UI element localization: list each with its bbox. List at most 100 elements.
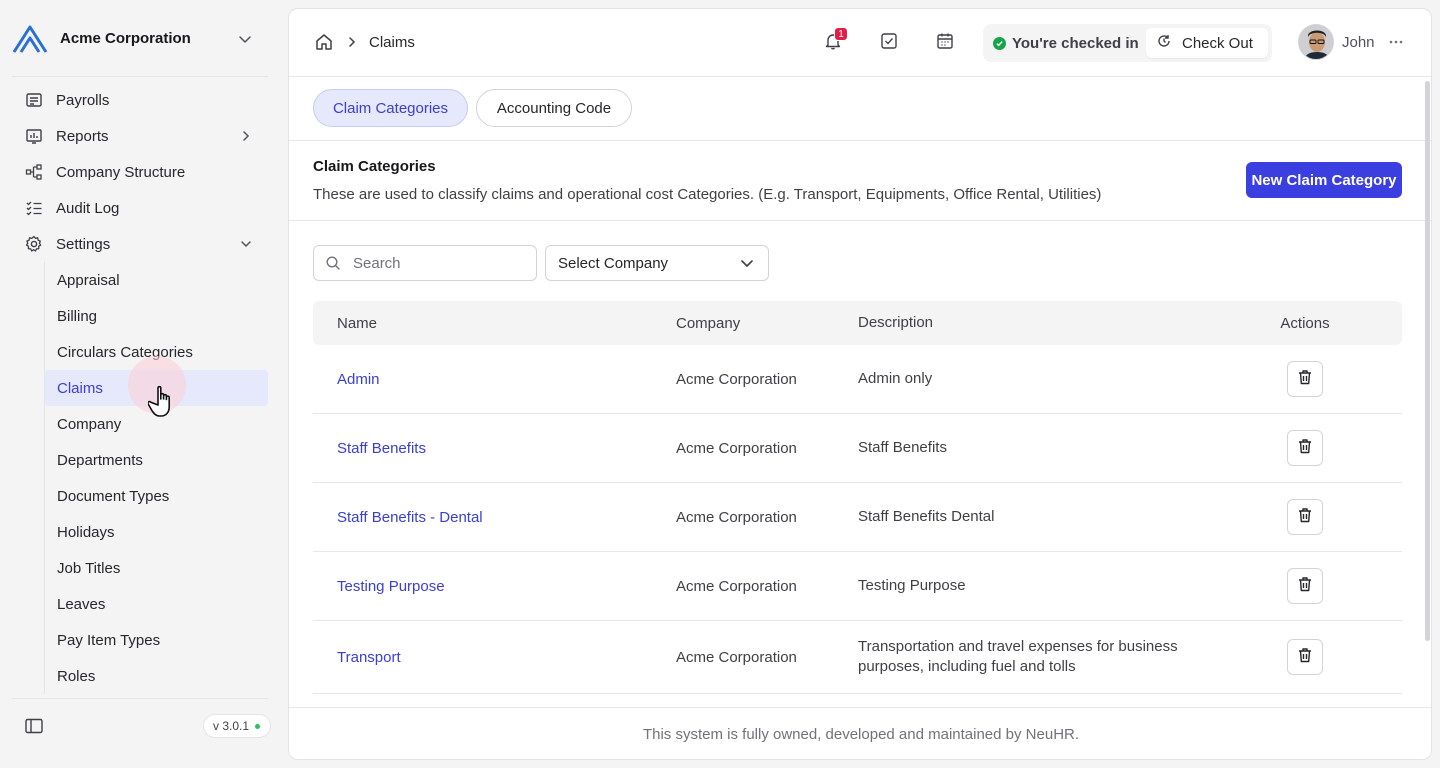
- delete-button[interactable]: [1287, 639, 1323, 675]
- reports-icon: [24, 126, 44, 146]
- sidebar-item-audit-log[interactable]: Audit Log: [12, 190, 268, 226]
- row-description: Staff Benefits: [858, 439, 947, 456]
- row-description: Admin only: [858, 370, 933, 387]
- sidebar-subitem-label: Job Titles: [57, 559, 121, 577]
- column-header-actions: Actions: [1280, 314, 1330, 332]
- hand-cursor-icon: [147, 382, 188, 422]
- sidebar-subitem-document-types[interactable]: Document Types: [45, 478, 268, 514]
- row-name-link[interactable]: Transport: [313, 649, 676, 666]
- check-out-button[interactable]: Check Out: [1146, 28, 1268, 58]
- scrollbar[interactable]: [1425, 81, 1430, 641]
- claim-categories-table: Name Company Description Actions Admin A…: [313, 301, 1402, 694]
- column-header-company: Company: [676, 314, 741, 332]
- tab-label: Claim Categories: [332, 99, 449, 117]
- version-badge: v 3.0.1: [203, 714, 272, 738]
- calendar-button[interactable]: [931, 29, 959, 57]
- sidebar-item-label: Company Structure: [56, 163, 186, 181]
- table-row: Transport Acme Corporation Transportatio…: [313, 621, 1402, 694]
- sidebar-subitem-billing[interactable]: Billing: [45, 298, 268, 334]
- column-header-name: Name: [337, 314, 378, 332]
- table-row: Staff Benefits Acme Corporation Staff Be…: [313, 414, 1402, 483]
- delete-button[interactable]: [1287, 568, 1323, 604]
- trash-icon: [1296, 368, 1314, 390]
- user-name: John: [1342, 33, 1375, 51]
- trash-icon: [1296, 646, 1314, 668]
- sidebar-subitem-label: Appraisal: [57, 271, 120, 289]
- notifications-button[interactable]: 1: [819, 27, 848, 57]
- calendar-icon: [935, 31, 955, 55]
- delete-button[interactable]: [1287, 499, 1323, 535]
- table-row: Testing Purpose Acme Corporation Testing…: [313, 552, 1402, 621]
- payrolls-icon: [24, 90, 44, 110]
- chevron-down-icon[interactable]: [230, 24, 260, 54]
- company-logo-icon: [12, 24, 48, 54]
- sidebar-subitem-roles[interactable]: Roles: [45, 658, 268, 694]
- row-name-link[interactable]: Staff Benefits: [313, 440, 676, 457]
- delete-button[interactable]: [1287, 430, 1323, 466]
- company-select[interactable]: Select Company: [545, 245, 769, 281]
- row-company: Acme Corporation: [676, 508, 797, 526]
- chevron-right-icon: [238, 128, 254, 144]
- sidebar-subitem-job-titles[interactable]: Job Titles: [45, 550, 268, 586]
- sidebar-toggle-icon[interactable]: [22, 714, 46, 738]
- sidebar-subitem-holidays[interactable]: Holidays: [45, 514, 268, 550]
- sidebar-subitem-label: Billing: [57, 307, 98, 325]
- sidebar-item-reports[interactable]: Reports: [12, 118, 268, 154]
- settings-submenu: Appraisal Billing Circulars Categories C…: [44, 262, 268, 694]
- tab-label: Accounting Code: [496, 99, 612, 117]
- check-circle-icon: [993, 36, 1006, 50]
- row-description: Transportation and travel expenses for b…: [858, 638, 1178, 675]
- footer-text: This system is fully owned, developed an…: [642, 726, 1080, 743]
- user-menu[interactable]: John: [1298, 24, 1405, 60]
- chevron-down-icon: [238, 236, 254, 252]
- clock-refresh-icon: [1156, 33, 1172, 53]
- search-input[interactable]: [353, 254, 523, 272]
- sidebar-item-payrolls[interactable]: Payrolls: [12, 82, 268, 118]
- version-label: v 3.0.1: [213, 719, 250, 733]
- status-dot: [255, 723, 261, 729]
- tasks-button[interactable]: [875, 29, 903, 57]
- sidebar-subitem-label: Pay Item Types: [57, 631, 161, 649]
- sidebar-subitem-appraisal[interactable]: Appraisal: [45, 262, 268, 298]
- row-name-link[interactable]: Testing Purpose: [313, 578, 676, 595]
- sidebar: Acme Corporation Payrolls Reports Compan…: [0, 0, 280, 768]
- sidebar-divider: [12, 698, 268, 699]
- more-horizontal-icon[interactable]: [1387, 33, 1405, 51]
- row-description: Testing Purpose: [858, 577, 966, 594]
- sidebar-subitem-label: Roles: [57, 667, 96, 685]
- row-description: Staff Benefits Dental: [858, 508, 995, 525]
- row-company: Acme Corporation: [676, 370, 797, 388]
- tab-claim-categories[interactable]: Claim Categories: [313, 89, 468, 127]
- new-claim-category-button[interactable]: New Claim Category: [1246, 162, 1402, 198]
- delete-button[interactable]: [1287, 361, 1323, 397]
- check-out-label: Check Out: [1182, 34, 1253, 52]
- tab-accounting-code[interactable]: Accounting Code: [476, 89, 632, 127]
- search-field[interactable]: [313, 245, 537, 281]
- company-name: Acme Corporation: [60, 30, 191, 47]
- sidebar-subitem-pay-item-types[interactable]: Pay Item Types: [45, 622, 268, 658]
- sidebar-divider: [12, 76, 268, 77]
- sidebar-subitem-leaves[interactable]: Leaves: [45, 586, 268, 622]
- avatar: [1298, 24, 1334, 60]
- main-panel: Claims 1 You're checked in Check Out Joh…: [288, 8, 1432, 760]
- breadcrumb: Claims: [313, 31, 415, 53]
- sidebar-item-settings[interactable]: Settings: [12, 226, 268, 262]
- section-title: Claim Categories: [313, 158, 436, 175]
- footer: This system is fully owned, developed an…: [289, 707, 1431, 759]
- sidebar-item-company-structure[interactable]: Company Structure: [12, 154, 268, 190]
- row-company: Acme Corporation: [676, 577, 797, 595]
- top-bar: Claims 1 You're checked in Check Out Joh…: [289, 9, 1431, 77]
- chevron-right-icon: [345, 35, 359, 49]
- home-icon[interactable]: [313, 31, 335, 53]
- row-name-link[interactable]: Admin: [313, 371, 676, 388]
- row-name-link[interactable]: Staff Benefits - Dental: [313, 509, 676, 526]
- column-header-description: Description: [858, 314, 934, 331]
- sidebar-subitem-departments[interactable]: Departments: [45, 442, 268, 478]
- company-switcher[interactable]: Acme Corporation: [0, 0, 280, 77]
- trash-icon: [1296, 437, 1314, 459]
- row-company: Acme Corporation: [676, 648, 797, 666]
- trash-icon: [1296, 506, 1314, 528]
- sidebar-item-label: Audit Log: [56, 199, 120, 217]
- settings-icon: [24, 234, 44, 254]
- table-row: Admin Acme Corporation Admin only: [313, 345, 1402, 414]
